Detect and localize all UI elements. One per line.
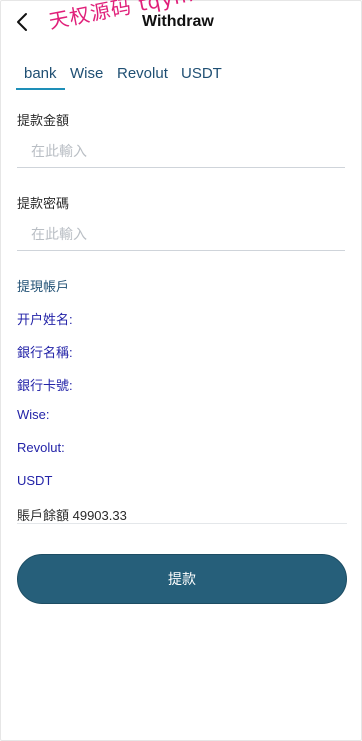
page-title: Withdraw: [142, 13, 214, 30]
account-name-label: 开户姓名:: [17, 312, 73, 327]
password-label: 提款密碼: [17, 196, 70, 211]
password-input[interactable]: [17, 217, 345, 251]
wise-label: Wise:: [17, 407, 50, 422]
tab-usdt[interactable]: USDT: [181, 65, 222, 82]
tab-revolut[interactable]: Revolut: [117, 65, 168, 82]
amount-input[interactable]: [17, 134, 345, 168]
usdt-label: USDT: [17, 473, 53, 488]
header-bar: Withdraw 天权源码 tqym: [0, 0, 362, 44]
amount-label: 提款金額: [17, 113, 70, 128]
chevron-left-icon: [12, 10, 34, 34]
account-heading: 提現帳戶: [17, 279, 70, 294]
tab-bank[interactable]: bank: [16, 65, 64, 90]
back-button[interactable]: [12, 10, 34, 34]
tab-wise[interactable]: Wise: [70, 65, 103, 82]
revolut-label: Revolut:: [17, 440, 65, 455]
account-balance: 賬戶餘額 49903.33: [17, 505, 347, 524]
bank-card-label: 銀行卡號:: [17, 378, 73, 393]
bank-name-label: 銀行名稱:: [17, 345, 73, 360]
payment-method-tabs: bank Wise Revolut USDT: [0, 62, 362, 94]
withdraw-submit-button[interactable]: 提款: [17, 554, 347, 604]
